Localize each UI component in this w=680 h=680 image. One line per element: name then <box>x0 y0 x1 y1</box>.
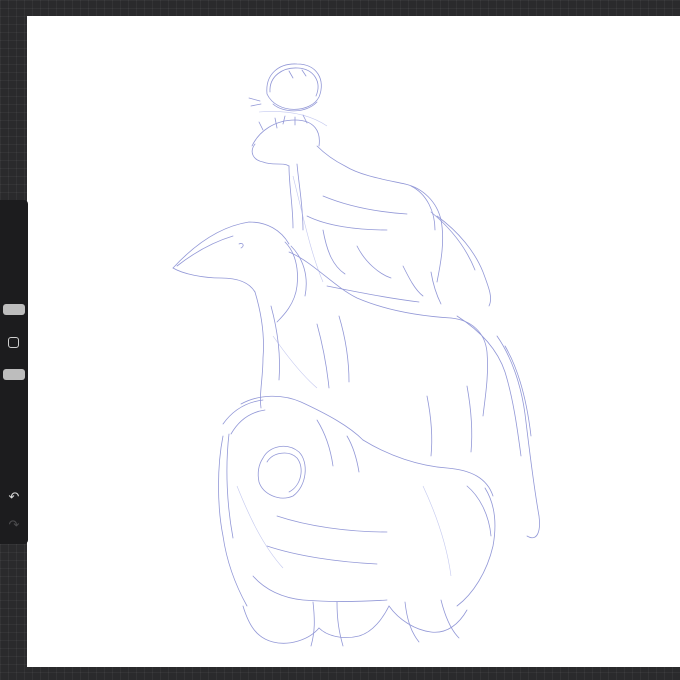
tool-sidebar: ↶ ↷ <box>0 200 28 544</box>
sketch-pig <box>218 395 496 647</box>
square-outline-icon[interactable] <box>8 337 19 348</box>
sketch-artwork <box>172 63 540 647</box>
opacity-slider[interactable] <box>3 369 25 380</box>
redo-icon[interactable]: ↷ <box>6 518 22 534</box>
drawing-canvas[interactable] <box>27 16 680 667</box>
sketch-bird <box>248 63 322 126</box>
undo-icon[interactable]: ↶ <box>6 490 22 506</box>
sketch-dog <box>172 221 540 539</box>
brush-size-slider[interactable] <box>3 304 25 315</box>
sketch-cat <box>251 117 491 307</box>
